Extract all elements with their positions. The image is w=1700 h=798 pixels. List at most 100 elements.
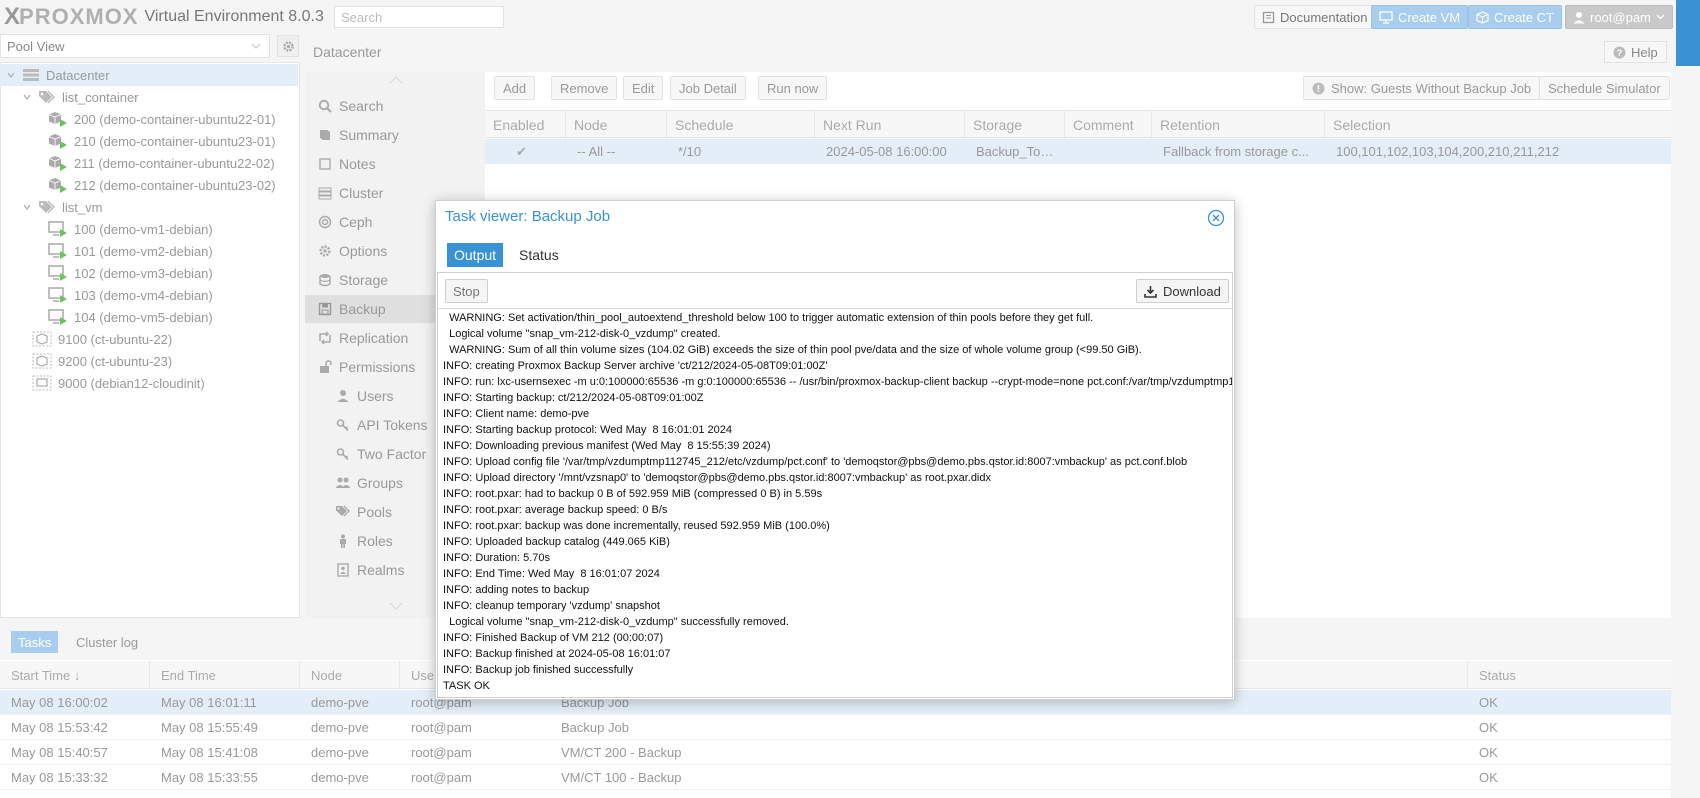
column-header[interactable]: Schedule [667, 111, 815, 139]
job-next-run: 2024-05-08 16:00:00 [826, 144, 947, 159]
column-header[interactable]: Node [300, 661, 400, 689]
tree-node-label: 200 (demo-container-ubuntu22-01) [74, 111, 276, 127]
job-detail-label: Job Detail [679, 80, 737, 96]
show-guests-button[interactable]: Show: Guests Without Backup Job [1303, 76, 1541, 100]
tree-node-container[interactable]: 210 (demo-container-ubuntu23-01) [0, 130, 298, 152]
enabled-check-icon[interactable]: ✔ [505, 139, 565, 164]
log-line: INFO: Upload config file '/var/tmp/vzdum… [443, 456, 1188, 468]
job-schedule: */10 [678, 144, 702, 159]
task-description: Backup Job [561, 720, 629, 735]
log-line: WARNING: Sum of all thin volume sizes (1… [443, 344, 1142, 356]
tree-node-datacenter[interactable]: Datacenter [0, 64, 298, 86]
tree-node-label: 9200 (ct-ubuntu-23) [58, 353, 173, 369]
search-input[interactable]: Search [334, 6, 504, 28]
download-label: Download [1163, 283, 1221, 299]
nav-item-search[interactable]: Search [305, 92, 485, 120]
help-button[interactable]: ? Help [1604, 41, 1667, 63]
view-selector[interactable]: Pool View [0, 34, 270, 58]
nav-item-label: Options [339, 243, 388, 259]
desktop-icon [1379, 10, 1393, 24]
task-status: OK [1479, 770, 1498, 785]
create-ct-button[interactable]: Create CT [1468, 5, 1562, 29]
nav-item-label: Summary [339, 127, 399, 143]
add-button[interactable]: Add [494, 76, 536, 100]
tab-cluster-log[interactable]: Cluster log [69, 631, 145, 653]
tab-status[interactable]: Status [512, 243, 566, 267]
column-header[interactable]: Start Time ↓ [0, 661, 150, 689]
remove-button[interactable]: Remove [551, 76, 618, 100]
nav-item-label: Notes [339, 156, 376, 172]
remove-label: Remove [560, 80, 609, 96]
column-header[interactable]: Next Run [815, 111, 965, 139]
key-icon [329, 447, 357, 461]
column-header[interactable]: Enabled [485, 111, 566, 139]
user-name: root@pam [1590, 9, 1651, 25]
column-header[interactable]: End Time [150, 661, 300, 689]
tree-node-vm[interactable]: 102 (demo-vm3-debian) [0, 262, 298, 284]
edit-button[interactable]: Edit [623, 76, 664, 100]
tree-node-label: 102 (demo-vm3-debian) [74, 265, 213, 281]
tree-node-template[interactable]: 9200 (ct-ubuntu-23) [0, 350, 298, 372]
task-log-output[interactable]: WARNING: Set activation/thin_pool_autoex… [438, 310, 1232, 696]
scroll-up-icon[interactable] [389, 76, 403, 84]
nav-item-label: Replication [339, 330, 409, 346]
task-status: OK [1479, 695, 1498, 710]
tree-node-pool[interactable]: list_vm [0, 196, 298, 218]
tree-node-container[interactable]: 211 (demo-container-ubuntu22-02) [0, 152, 298, 174]
tree-node-template[interactable]: 9000 (debian12-cloudinit) [0, 372, 298, 394]
backup-job-row[interactable]: ✔ -- All -- */10 2024-05-08 16:00:00 Bac… [485, 139, 1671, 164]
schedule-simulator-button[interactable]: Schedule Simulator [1539, 76, 1670, 100]
tree-node-vm[interactable]: 100 (demo-vm1-debian) [0, 218, 298, 240]
nav-item-label: Pools [357, 504, 393, 520]
column-header[interactable]: Retention [1152, 111, 1325, 139]
nav-item-label: Two Factor [357, 446, 427, 462]
log-line: INFO: Backup finished at 2024-05-08 16:0… [443, 648, 671, 660]
tree-node-container[interactable]: 212 (demo-container-ubuntu23-02) [0, 174, 298, 196]
column-header[interactable]: Storage [965, 111, 1065, 139]
create-vm-button[interactable]: Create VM [1371, 5, 1469, 29]
container-template-icon [32, 331, 52, 347]
tab-tasks[interactable]: Tasks [11, 631, 59, 653]
tree-node-container[interactable]: 200 (demo-container-ubuntu22-01) [0, 108, 298, 130]
column-header[interactable]: Status [1468, 661, 1671, 689]
container-running-icon [48, 111, 68, 127]
tree-node-template[interactable]: 9100 (ct-ubuntu-22) [0, 328, 298, 350]
job-detail-button[interactable]: Job Detail [670, 76, 746, 100]
download-button[interactable]: Download [1136, 279, 1229, 303]
task-row[interactable]: May 08 15:40:57 May 08 15:41:08 demo-pve… [0, 740, 1671, 765]
task-row[interactable]: May 08 15:33:32 May 08 15:33:55 demo-pve… [0, 765, 1671, 790]
tree-node-pool[interactable]: list_container [0, 86, 298, 108]
container-template-icon [32, 353, 52, 369]
tree-node-label: 9000 (debian12-cloudinit) [58, 375, 205, 391]
tree-node-vm[interactable]: 101 (demo-vm2-debian) [0, 240, 298, 262]
view-settings-button[interactable] [277, 35, 299, 57]
log-line: Logical volume "snap_vm-212-disk-0_vzdum… [443, 616, 789, 628]
tags-icon [38, 200, 56, 214]
tree-node-label: list_container [62, 89, 139, 105]
vm-running-icon [48, 265, 68, 281]
run-now-button[interactable]: Run now [758, 76, 828, 100]
documentation-label: Documentation [1280, 9, 1368, 25]
close-icon[interactable] [1207, 209, 1225, 227]
nav-item-notes[interactable]: Notes [305, 150, 485, 178]
user-icon [1573, 11, 1585, 24]
stop-button[interactable]: Stop [445, 279, 488, 303]
column-header[interactable]: Selection [1325, 111, 1671, 139]
dialog-title: Task viewer: Backup Job [445, 208, 611, 225]
scroll-down-icon[interactable] [389, 602, 403, 610]
tree-node-vm[interactable]: 103 (demo-vm4-debian) [0, 284, 298, 306]
nav-item-label: Ceph [339, 214, 373, 230]
question-icon: ? [1613, 46, 1626, 59]
download-icon [1144, 285, 1157, 298]
task-row[interactable]: May 08 15:53:42 May 08 15:55:49 demo-pve… [0, 715, 1671, 740]
backup-jobs-header: Enabled Node Schedule Next Run Storage C… [485, 110, 1671, 139]
proxmox-logo[interactable]: X PROXMOX Virtual Environment 8.0.3 [4, 3, 324, 30]
user-menu-button[interactable]: root@pam [1565, 5, 1673, 29]
nav-item-summary[interactable]: Summary [305, 121, 485, 149]
log-line: INFO: run: lxc-usernsexec -m u:0:100000:… [443, 376, 1232, 388]
column-header[interactable]: Comment [1065, 111, 1152, 139]
documentation-button[interactable]: Documentation [1254, 5, 1376, 29]
tab-output[interactable]: Output [447, 243, 504, 267]
column-header[interactable]: Node [566, 111, 667, 139]
tree-node-vm[interactable]: 104 (demo-vm5-debian) [0, 306, 298, 328]
